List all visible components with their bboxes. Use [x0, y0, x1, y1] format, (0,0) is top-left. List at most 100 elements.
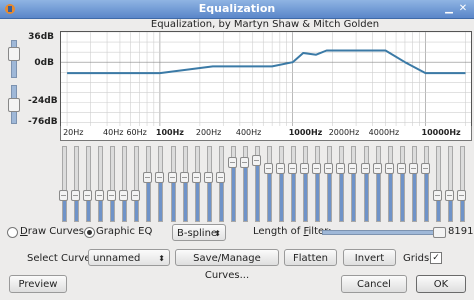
eq-band-slider[interactable] — [131, 146, 141, 222]
eq-band-slider[interactable] — [348, 146, 358, 222]
cancel-button[interactable]: Cancel — [341, 275, 407, 293]
slider-thumb[interactable] — [179, 171, 189, 183]
eq-band-slider[interactable] — [384, 146, 394, 222]
x-tick-label: 10000Hz — [421, 128, 461, 137]
slider-thumb[interactable] — [83, 190, 93, 202]
eq-curve-plot[interactable] — [60, 31, 472, 127]
y-label-neg76: -76dB — [28, 117, 58, 127]
slider-thumb[interactable] — [300, 162, 310, 174]
eq-band-slider[interactable] — [95, 146, 105, 222]
slider-thumb[interactable] — [408, 162, 418, 174]
slider-thumb[interactable] — [155, 171, 165, 183]
eq-band-slider[interactable] — [179, 146, 189, 222]
eq-band-slider[interactable] — [167, 146, 177, 222]
x-tick-label: 100Hz — [155, 128, 184, 137]
eq-band-slider[interactable] — [276, 146, 286, 222]
slider-thumb[interactable] — [167, 171, 177, 183]
slider-thumb[interactable] — [432, 190, 442, 202]
slider-thumb[interactable] — [143, 171, 153, 183]
eq-band-slider[interactable] — [444, 146, 454, 222]
window-title: Equalization — [198, 2, 276, 15]
slider-thumb[interactable] — [107, 190, 117, 202]
eq-band-slider[interactable] — [300, 146, 310, 222]
eq-band-slider[interactable] — [155, 146, 165, 222]
slider-thumb[interactable] — [95, 190, 105, 202]
eq-band-slider[interactable] — [457, 146, 466, 222]
slider-thumb[interactable] — [444, 190, 454, 202]
slider-thumb[interactable] — [119, 190, 129, 202]
save-manage-curves-button[interactable]: Save/Manage Curves... — [175, 249, 279, 281]
interpolation-select[interactable]: B-spline ⬍ — [172, 224, 226, 241]
grids-checkbox[interactable]: ✓ — [430, 252, 442, 264]
eq-band-slider[interactable] — [71, 146, 81, 222]
eq-band-slider[interactable] — [143, 146, 153, 222]
chevron-down-icon: ⬍ — [158, 254, 165, 263]
slider-thumb[interactable] — [131, 190, 141, 202]
eq-band-slider[interactable] — [312, 146, 322, 222]
slider-thumb[interactable] — [360, 162, 370, 174]
draw-curves-radio[interactable] — [7, 227, 18, 238]
eq-band-slider[interactable] — [191, 146, 201, 222]
ok-button[interactable]: OK — [416, 275, 466, 293]
slider-thumb[interactable] — [420, 162, 430, 174]
slider-thumb[interactable] — [71, 190, 81, 202]
slider-thumb[interactable] — [264, 162, 274, 174]
slider-fill — [147, 176, 151, 221]
eq-band-slider[interactable] — [119, 146, 129, 222]
slider-fill — [159, 176, 163, 221]
eq-band-slider[interactable] — [372, 146, 382, 222]
vertical-offset-slider[interactable] — [8, 85, 20, 124]
eq-band-slider[interactable] — [83, 146, 93, 222]
preview-button[interactable]: Preview — [9, 275, 67, 293]
minimize-icon[interactable]: ▁ — [443, 3, 455, 15]
flatten-button[interactable]: Flatten — [284, 249, 337, 266]
eq-band-slider[interactable] — [324, 146, 334, 222]
slider-thumb[interactable] — [215, 171, 225, 183]
invert-button[interactable]: Invert — [343, 249, 396, 266]
slider-thumb[interactable] — [8, 47, 20, 61]
slider-thumb[interactable] — [239, 156, 249, 168]
eq-band-slider[interactable] — [227, 146, 237, 222]
slider-thumb[interactable] — [251, 155, 261, 167]
slider-thumb[interactable] — [324, 162, 334, 174]
slider-thumb[interactable] — [276, 162, 286, 174]
curve-select[interactable]: unnamed ⬍ — [88, 249, 170, 266]
eq-band-slider[interactable] — [251, 146, 261, 222]
eq-band-slider[interactable] — [215, 146, 225, 222]
slider-thumb[interactable] — [396, 162, 406, 174]
eq-curve[interactable] — [67, 49, 466, 75]
slider-thumb[interactable] — [203, 171, 213, 183]
slider-thumb[interactable] — [312, 162, 322, 174]
close-icon[interactable]: ✕ — [457, 3, 469, 15]
filter-length-slider[interactable] — [322, 227, 446, 238]
slider-thumb[interactable] — [288, 162, 298, 174]
eq-band-slider[interactable] — [432, 146, 442, 222]
eq-band-slider[interactable] — [408, 146, 418, 222]
slider-thumb[interactable] — [433, 227, 446, 238]
slider-thumb[interactable] — [336, 162, 346, 174]
eq-band-slider[interactable] — [239, 146, 249, 222]
eq-band-slider[interactable] — [59, 146, 68, 222]
slider-thumb[interactable] — [457, 190, 466, 202]
y-label-0: 0dB — [34, 58, 54, 68]
slider-thumb[interactable] — [8, 98, 20, 112]
draw-curves-label: Draw Curves — [20, 226, 85, 237]
slider-fill — [207, 176, 211, 221]
slider-thumb[interactable] — [372, 162, 382, 174]
slider-thumb[interactable] — [227, 156, 237, 168]
slider-thumb[interactable] — [191, 171, 201, 183]
vertical-range-slider[interactable] — [8, 40, 20, 78]
eq-band-slider[interactable] — [396, 146, 406, 222]
slider-thumb[interactable] — [384, 162, 394, 174]
eq-band-slider[interactable] — [288, 146, 298, 222]
eq-band-slider[interactable] — [420, 146, 430, 222]
eq-band-slider[interactable] — [336, 146, 346, 222]
slider-fill — [376, 167, 380, 221]
eq-band-slider[interactable] — [264, 146, 274, 222]
graphic-eq-radio[interactable] — [84, 227, 95, 238]
eq-band-slider[interactable] — [107, 146, 117, 222]
slider-thumb[interactable] — [348, 162, 358, 174]
eq-band-slider[interactable] — [203, 146, 213, 222]
slider-thumb[interactable] — [59, 190, 68, 202]
eq-band-slider[interactable] — [360, 146, 370, 222]
